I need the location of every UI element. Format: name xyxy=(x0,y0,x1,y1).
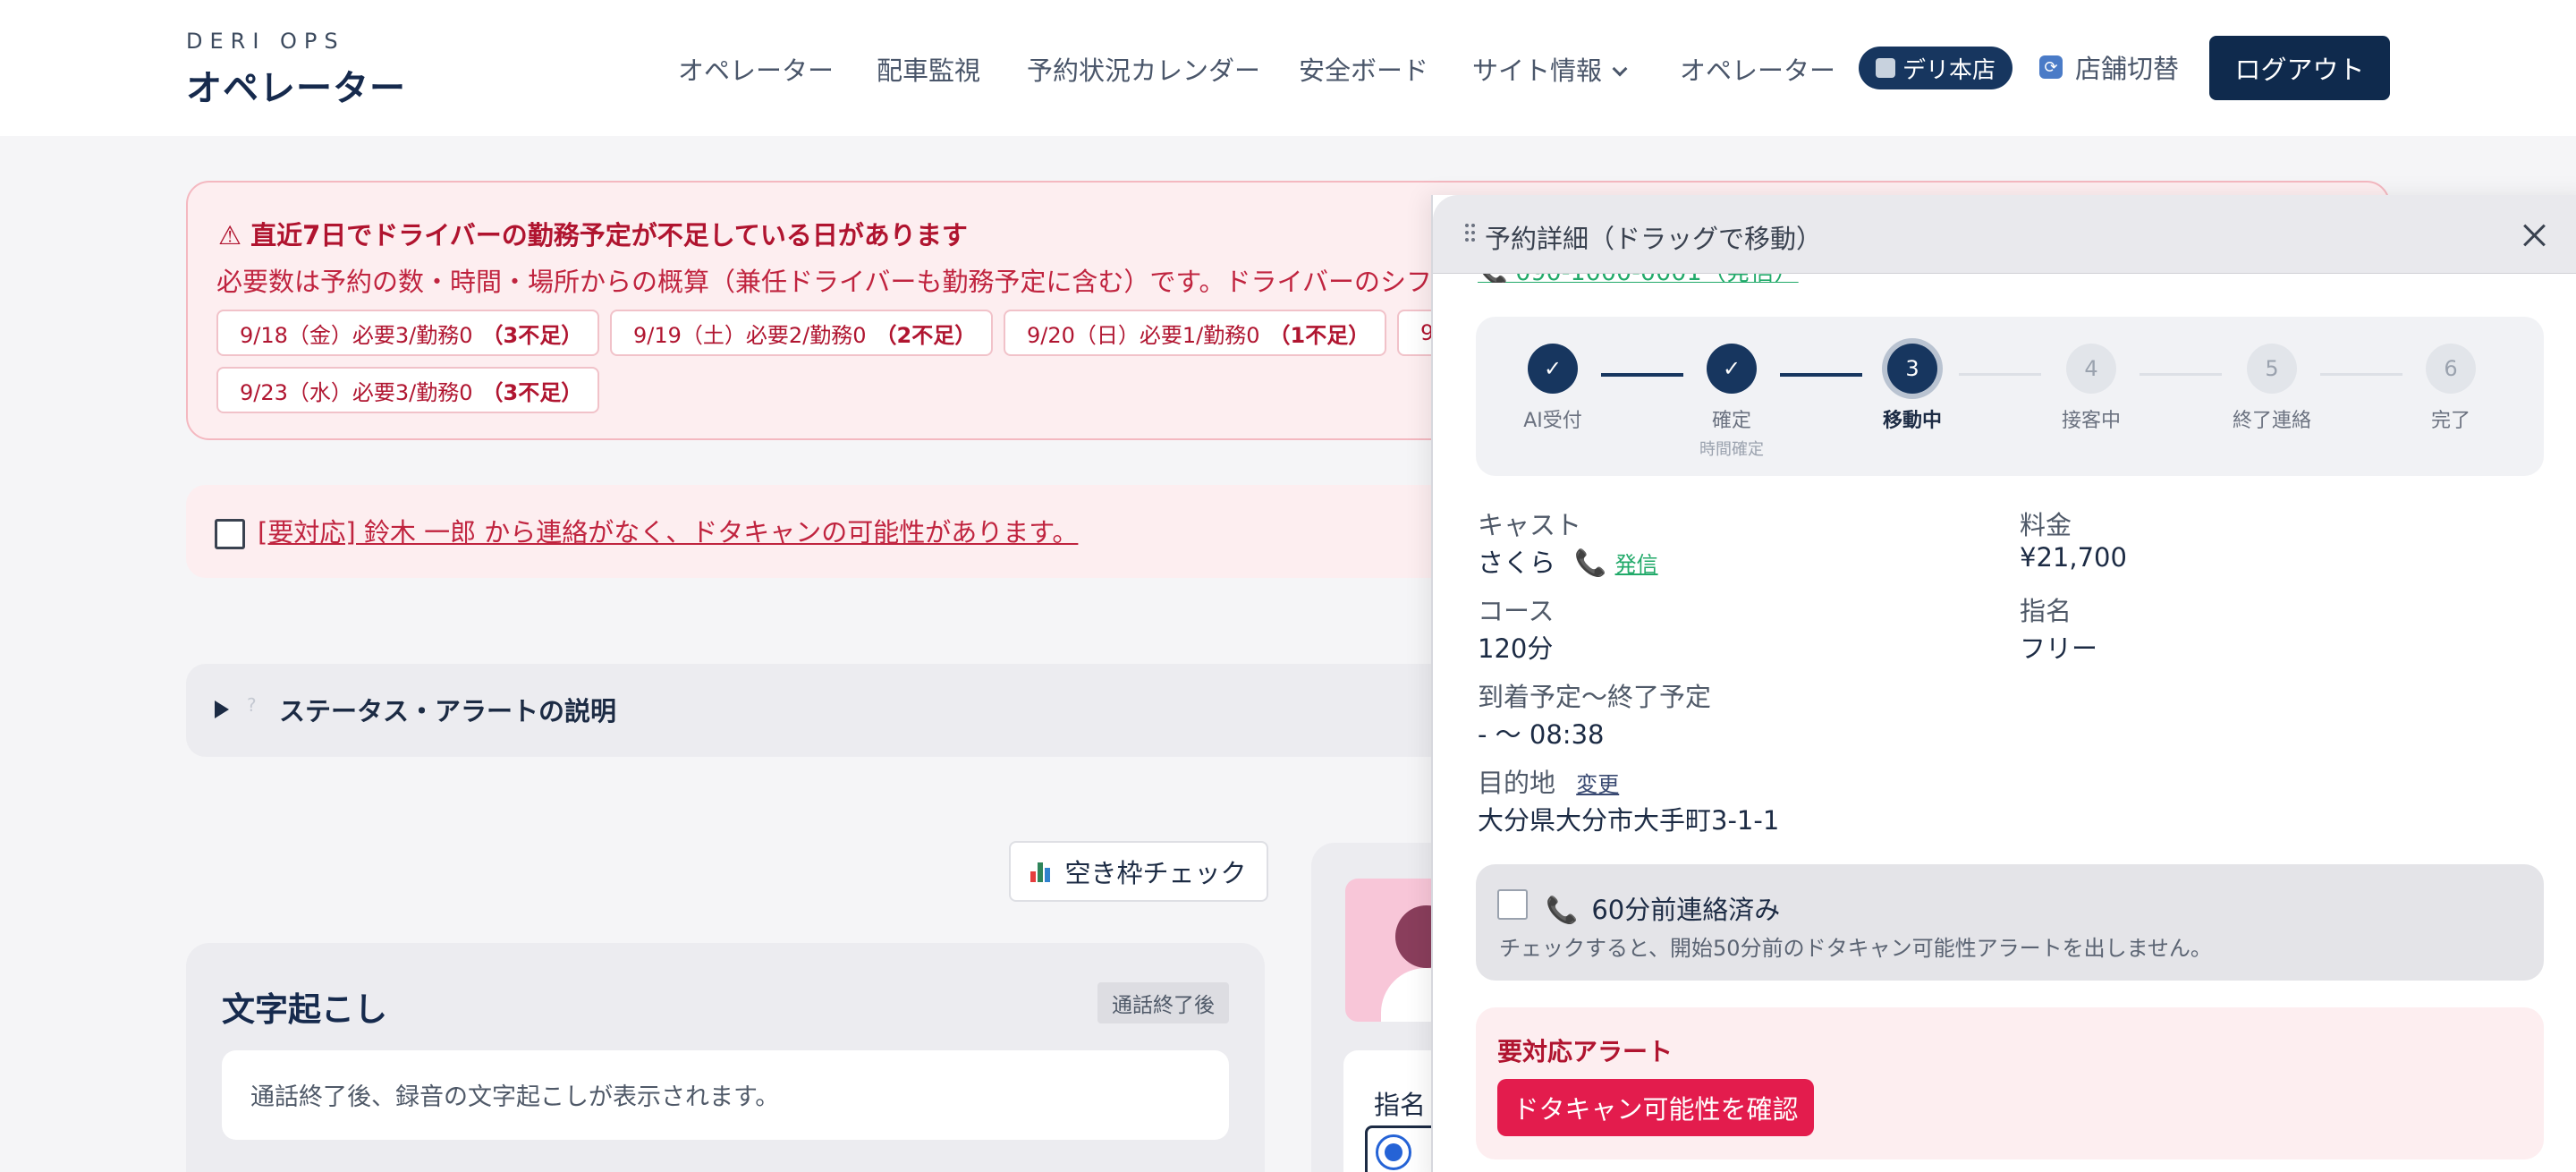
no-contact-alert-link[interactable]: [要対応] 鈴木 一郎 から連絡がなく、ドタキャンの可能性があります。 xyxy=(258,512,1078,549)
pre-contact-box: 📞 60分前連絡済み チェックすると、開始50分前のドタキャン可能性アラートを出… xyxy=(1476,864,2544,981)
step-number: 6 xyxy=(2426,344,2476,394)
alert-checkbox[interactable] xyxy=(215,519,245,549)
top-header: DERI OPS オペレーター オペレーター 配車監視 予約状況カレンダー 安全… xyxy=(0,0,2576,136)
pre-contact-note: チェックすると、開始50分前のドタキャン可能性アラートを出しません。 xyxy=(1499,936,2212,961)
cast-value: さくら 📞 発信 xyxy=(1478,542,1658,580)
shortage-chip-count: （3不足） xyxy=(481,322,583,348)
transcript-body: 通話終了後、録音の文字起こしが表示されます。 xyxy=(222,1050,1229,1140)
shortage-chip-count: （1不足） xyxy=(1268,322,1370,348)
chevron-down-icon xyxy=(1612,61,1628,77)
store-badge-label: デリ本店 xyxy=(1902,56,1996,84)
shortage-chip[interactable]: 9/23（水）必要3/勤務0 （3不足） xyxy=(216,367,599,413)
course-label: コース xyxy=(1478,596,1555,626)
triangle-right-icon xyxy=(215,701,229,718)
store-switch-label: 店舗切替 xyxy=(2075,54,2180,84)
cast-name: さくら xyxy=(1478,548,1556,578)
store-icon xyxy=(1875,58,1895,78)
step-number: 4 xyxy=(2066,344,2116,394)
check-icon: ✓ xyxy=(1707,344,1757,394)
nomination-radio[interactable] xyxy=(1376,1134,1411,1170)
shortage-chip-text: 9/19（土）必要2/勤務0 xyxy=(633,322,867,348)
fee-value: ¥21,700 xyxy=(2020,542,2127,573)
logout-button[interactable]: ログアウト xyxy=(2209,36,2390,100)
nomination-field-label: 指名 xyxy=(2020,596,2072,626)
action-alert-box: 要対応アラート ドタキャン可能性を確認 xyxy=(1476,1007,2544,1159)
warning-title: ⚠ 直近7日でドライバーの勤務予定が不足している日があります xyxy=(218,220,968,251)
action-alert-title: 要対応アラート xyxy=(1497,1037,1674,1066)
destination-value: 大分県大分市大手町3-1-1 xyxy=(1478,805,1780,836)
store-switch-button[interactable]: ⟳ 店舗切替 xyxy=(2039,48,2179,86)
vacancy-check-label: 空き枠チェック xyxy=(1064,858,1247,888)
destination-label-text: 目的地 xyxy=(1478,768,1556,798)
step-number: 3 xyxy=(1887,344,1937,394)
check-icon: ✓ xyxy=(1528,344,1578,394)
eta-value: - 〜 08:38 xyxy=(1478,719,1605,750)
eta-label: 到着予定〜終了予定 xyxy=(1478,682,1712,712)
course-value: 120分 xyxy=(1478,633,1554,664)
nav-item-operator[interactable]: オペレーター xyxy=(678,50,834,88)
nav-item-site-info-label: サイト情報 xyxy=(1472,55,1603,86)
step-ai-reception: ✓ AI受付 xyxy=(1481,344,1624,433)
status-stepper: ✓ AI受付 ✓ 確定 時間確定 3 移動中 4 接客中 5 終了連絡 6 完了 xyxy=(1476,317,2544,476)
nav-item-safety-board[interactable]: 安全ボード xyxy=(1299,50,1428,88)
nav-item-site-info[interactable]: サイト情報 xyxy=(1472,50,1628,88)
step-label: 終了連絡 xyxy=(2232,410,2311,432)
step-label: 確定 xyxy=(1711,410,1751,432)
shortage-chip[interactable]: 9/19（土）必要2/勤務0 （2不足） xyxy=(610,310,993,356)
brand[interactable]: DERI OPS オペレーター xyxy=(186,29,406,111)
drag-grip-icon xyxy=(1465,224,1476,243)
reservation-detail-modal: 📞 090-1000-0001（発信） 予約詳細（ドラッグで移動） ✓ AI受付… xyxy=(1431,195,2576,1172)
step-number: 5 xyxy=(2247,344,2297,394)
shortage-chip-text: 9/23（水）必要3/勤務0 xyxy=(240,379,473,405)
destination-change-link[interactable]: 変更 xyxy=(1576,772,1619,797)
step-end-contact: 5 終了連絡 xyxy=(2200,344,2343,433)
store-badge[interactable]: デリ本店 xyxy=(1859,47,2012,89)
phone-icon: 📞 xyxy=(1546,895,1579,925)
step-serving: 4 接客中 xyxy=(2020,344,2163,433)
step-label: AI受付 xyxy=(1523,410,1582,432)
pre-contact-label-text: 60分前連絡済み xyxy=(1591,895,1781,925)
transcript-status-badge: 通話終了後 xyxy=(1097,982,1229,1023)
nomination-value: フリー xyxy=(2020,633,2098,664)
confirm-no-show-button[interactable]: ドタキャン可能性を確認 xyxy=(1497,1079,1814,1136)
transcript-panel: 文字起こし 通話終了後 通話終了後、録音の文字起こしが表示されます。 xyxy=(186,943,1265,1172)
nav-item-operator-2[interactable]: オペレーター xyxy=(1680,50,1835,88)
step-moving: 3 移動中 xyxy=(1841,344,1984,433)
shortage-chip-count: （3不足） xyxy=(481,379,583,405)
close-icon[interactable] xyxy=(2522,224,2546,247)
step-label: 完了 xyxy=(2430,410,2470,432)
shortage-chip[interactable]: 9/20（日）必要1/勤務0 （1不足） xyxy=(1004,310,1386,356)
nomination-label: 指名 xyxy=(1374,1090,1427,1120)
shortage-chip-text: 9/20（日）必要1/勤務0 xyxy=(1027,322,1260,348)
destination-label: 目的地 変更 xyxy=(1478,762,1619,800)
vacancy-check-button[interactable]: 空き枠チェック xyxy=(1009,841,1268,902)
brand-subtitle: DERI OPS xyxy=(186,29,345,54)
step-complete: 6 完了 xyxy=(2379,344,2522,433)
nav-item-reservation-calendar[interactable]: 予約状況カレンダー xyxy=(1027,50,1260,88)
help-icon: ? xyxy=(247,694,257,716)
refresh-icon: ⟳ xyxy=(2039,55,2063,79)
nav-item-dispatch-monitor[interactable]: 配車監視 xyxy=(877,50,980,88)
cast-label: キャスト xyxy=(1478,510,1582,540)
shortage-chip-text: 9/18（金）必要3/勤務0 xyxy=(240,322,473,348)
step-label: 移動中 xyxy=(1882,410,1942,432)
call-link[interactable]: 発信 xyxy=(1615,552,1658,577)
step-confirmed: ✓ 確定 時間確定 xyxy=(1660,344,1803,460)
transcript-title: 文字起こし xyxy=(222,990,387,1029)
modal-drag-handle[interactable]: 予約詳細（ドラッグで移動） xyxy=(1433,195,2576,274)
phone-icon: 📞 xyxy=(1574,548,1607,578)
modal-title: 予約詳細（ドラッグで移動） xyxy=(1485,224,1823,254)
step-label: 接客中 xyxy=(2061,410,2121,432)
step-sublabel: 時間確定 xyxy=(1699,440,1764,459)
fee-label: 料金 xyxy=(2020,510,2072,540)
pre-contact-checkbox[interactable] xyxy=(1497,889,1528,920)
brand-title: オペレーター xyxy=(186,68,406,109)
status-legend-label: ステータス・アラートの説明 xyxy=(279,696,617,726)
shortage-chip[interactable]: 9/18（金）必要3/勤務0 （3不足） xyxy=(216,310,599,356)
bar-chart-icon xyxy=(1030,861,1052,882)
shortage-chip-count: （2不足） xyxy=(875,322,977,348)
pre-contact-label: 📞 60分前連絡済み xyxy=(1546,889,1780,927)
